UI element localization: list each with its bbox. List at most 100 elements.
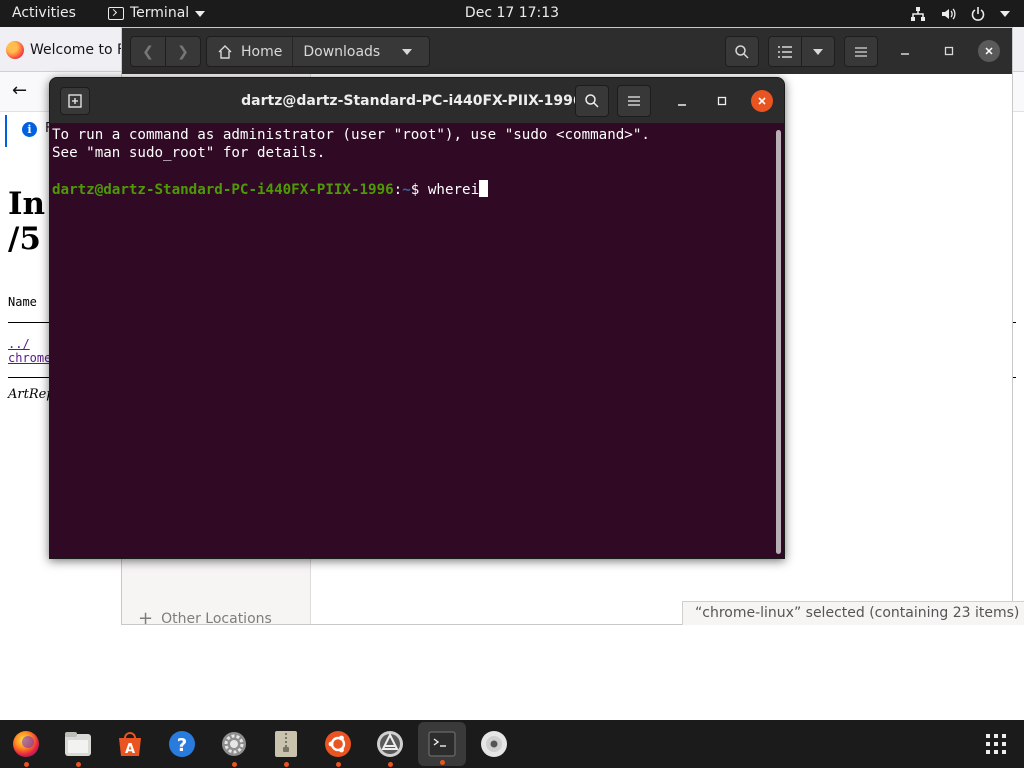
files-minimize-button[interactable] [894,40,916,62]
dock-terminal[interactable] [418,722,466,766]
search-icon [735,44,749,59]
tab-title: Welcome to F [30,42,124,58]
new-tab-button[interactable] [60,87,90,115]
files-search-button[interactable] [725,36,759,67]
svg-text:A: A [125,742,135,757]
running-indicator [232,762,237,767]
info-icon: i [22,122,37,137]
prompt-path: ~ [402,182,411,198]
parent-directory-link[interactable]: ../ [8,337,30,351]
volume-icon [942,8,956,19]
disc-icon [481,731,507,757]
search-icon [585,94,599,108]
sidebar-item-other-locations[interactable]: + Other Locations [138,608,272,629]
page-footer: ArtRep [8,387,55,402]
files-status-bar: “chrome-linux” selected (containing 23 i… [682,601,1024,625]
grid-dot [1002,742,1006,746]
dock-software-center[interactable]: A [106,720,154,768]
show-applications-button[interactable] [986,734,1006,754]
files-back-button[interactable]: ❮ [130,36,166,67]
system-tray[interactable] [910,0,1010,27]
chevron-down-icon [402,48,413,55]
software-center-icon: A [119,732,141,757]
firefox-icon [13,731,39,757]
top-bar: Activities Terminal Dec 17 17:13 [0,0,1024,27]
prompt-user-host: dartz@dartz-Standard-PC-i440FX-PIIX-1996 [52,182,394,198]
files-icon [65,732,91,756]
terminal-line: See "man sudo_root" for details. [52,145,326,161]
dock-software-updater[interactable] [366,720,414,768]
dock-disc[interactable] [470,720,518,768]
clock[interactable]: Dec 17 17:13 [0,0,1024,27]
close-icon [758,97,766,105]
dock-ubuntu[interactable] [314,720,362,768]
grid-dot [994,750,998,754]
maximize-icon [944,46,954,56]
terminal-prompt-line: dartz@dartz-Standard-PC-i440FX-PIIX-1996… [52,180,770,199]
svg-text:?: ? [177,735,187,756]
running-indicator [24,762,29,767]
dock-settings[interactable] [210,720,258,768]
close-icon [985,47,993,55]
firefox-tab[interactable]: Welcome to F [6,36,124,64]
grid-dot [1002,734,1006,738]
terminal-menu-button[interactable] [617,85,651,117]
terminal-window[interactable]: dartz@dartz-Standard-PC-i440FX-PIIX-1996… [49,77,785,559]
prompt-symbol: $ [410,182,428,198]
minimize-icon [678,104,686,106]
grid-dot [986,750,990,754]
terminal-scrollbar[interactable] [776,130,781,554]
dock-files[interactable] [54,720,102,768]
files-header-bar: ❮ ❯ Home Downloads [122,28,1012,74]
settings-icon [222,732,246,756]
network-icon [911,6,925,21]
running-indicator [284,762,289,767]
path-bar: Home Downloads [206,36,430,67]
list-view-button[interactable] [768,36,802,67]
grid-dot [1002,750,1006,754]
name-column-header: Name [8,295,37,309]
terminal-close-button[interactable] [751,90,773,112]
terminal-header-bar[interactable]: dartz@dartz-Standard-PC-i440FX-PIIX-1996… [50,78,784,124]
plus-icon: + [138,608,154,629]
files-forward-button[interactable]: ❯ [165,36,201,67]
list-view-icon [778,45,792,58]
sidebar-item-label: Other Locations [161,610,272,627]
firefox-icon [6,41,24,59]
terminal-icon [428,731,456,757]
files-close-button[interactable] [978,40,1000,62]
terminal-search-button[interactable] [575,85,609,117]
dock-help[interactable]: ? [158,720,206,768]
text-cursor [479,180,489,197]
dock-archive-manager[interactable] [262,720,310,768]
dock: A ? [0,720,1024,768]
terminal-minimize-button[interactable] [671,90,693,112]
chrome-link[interactable]: chrome [8,351,51,365]
hamburger-icon [628,96,640,106]
new-tab-icon [68,94,82,108]
files-maximize-button[interactable] [938,40,960,62]
terminal-line: To run a command as administrator (user … [52,127,650,143]
view-options-button[interactable] [801,36,835,67]
path-segment-home[interactable]: Home [207,37,294,66]
software-updater-icon [377,731,403,757]
ubuntu-icon [325,731,351,757]
chevron-down-icon [1000,10,1010,17]
grid-dot [994,734,998,738]
grid-dot [994,742,998,746]
terminal-maximize-button[interactable] [711,90,733,112]
archive-manager-icon [275,731,297,757]
dock-firefox[interactable] [2,720,50,768]
files-menu-button[interactable] [844,36,878,67]
path-label-home: Home [241,43,283,60]
terminal-output[interactable]: To run a command as administrator (user … [52,126,770,556]
path-label-downloads: Downloads [303,43,381,60]
running-indicator [440,760,445,765]
chevron-down-icon [813,48,823,55]
running-indicator [76,762,81,767]
path-segment-downloads[interactable]: Downloads [293,37,422,66]
hamburger-icon [855,46,867,57]
command-input[interactable]: wherei [428,182,479,198]
back-arrow-icon[interactable]: ← [12,80,27,101]
